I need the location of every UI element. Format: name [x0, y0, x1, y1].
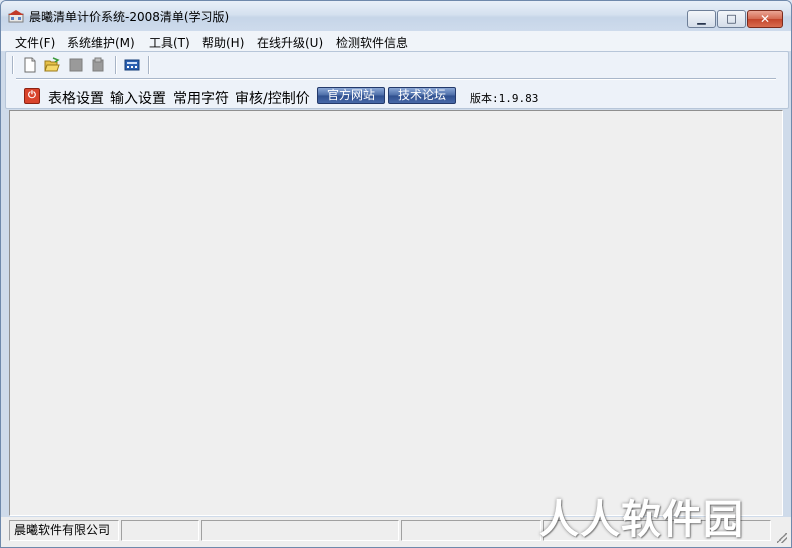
toolbar-separator	[148, 56, 149, 74]
menu-system-maintenance[interactable]: 系统维护(M)	[67, 34, 135, 51]
maximize-button[interactable]: □	[717, 10, 746, 28]
toolbar-area: ⏻ 表格设置 输入设置 常用字符 审核/控制价 官方网站 技术论坛 版本:1.9…	[5, 51, 789, 109]
power-icon[interactable]: ⏻	[24, 88, 40, 104]
calculator-icon[interactable]	[124, 57, 140, 73]
status-panel	[121, 520, 199, 541]
toolbar-separator	[115, 56, 116, 74]
app-icon	[8, 10, 24, 23]
close-button[interactable]: ✕	[747, 10, 783, 28]
status-panel-company: 晨曦软件有限公司	[9, 520, 119, 541]
new-file-icon[interactable]	[22, 57, 38, 73]
resize-grip[interactable]	[777, 533, 787, 543]
title-bar[interactable]: 晨曦清单计价系统-2008清单(学习版) ▁ □ ✕	[1, 1, 791, 31]
status-panel	[201, 520, 399, 541]
menu-help[interactable]: 帮助(H)	[202, 34, 244, 51]
audit-control-price-button[interactable]: 审核/控制价	[235, 88, 310, 108]
window-title: 晨曦清单计价系统-2008清单(学习版)	[29, 10, 230, 24]
toolbar-divider	[16, 78, 776, 79]
menu-online-upgrade[interactable]: 在线升级(U)	[257, 34, 323, 51]
save-as-icon[interactable]	[90, 57, 106, 73]
minimize-icon: ▁	[697, 12, 706, 25]
common-characters-button[interactable]: 常用字符	[173, 88, 229, 108]
open-folder-icon[interactable]	[44, 57, 60, 73]
menu-check-software-info[interactable]: 检测软件信息	[336, 34, 408, 51]
toolbar-grip	[12, 56, 13, 74]
watermark-text: 人人软件园	[539, 497, 744, 543]
menu-bar: 文件(F) 系统维护(M) 工具(T) 帮助(H) 在线升级(U) 检测软件信息	[1, 31, 791, 51]
tech-forum-button[interactable]: 技术论坛	[388, 87, 456, 104]
app-window: 晨曦清单计价系统-2008清单(学习版) ▁ □ ✕ 文件(F) 系统维护(M)…	[0, 0, 792, 548]
table-settings-button[interactable]: 表格设置	[48, 88, 104, 108]
minimize-button[interactable]: ▁	[687, 10, 716, 28]
close-icon: ✕	[759, 12, 771, 26]
official-website-button[interactable]: 官方网站	[317, 87, 385, 104]
input-settings-button[interactable]: 输入设置	[110, 88, 166, 108]
version-label: 版本:1.9.83	[470, 92, 539, 105]
menu-file[interactable]: 文件(F)	[15, 34, 55, 51]
status-panel	[401, 520, 541, 541]
mdi-workspace[interactable]	[9, 110, 783, 516]
save-icon[interactable]	[68, 57, 84, 73]
menu-tools[interactable]: 工具(T)	[149, 34, 190, 51]
maximize-icon: □	[726, 12, 737, 25]
